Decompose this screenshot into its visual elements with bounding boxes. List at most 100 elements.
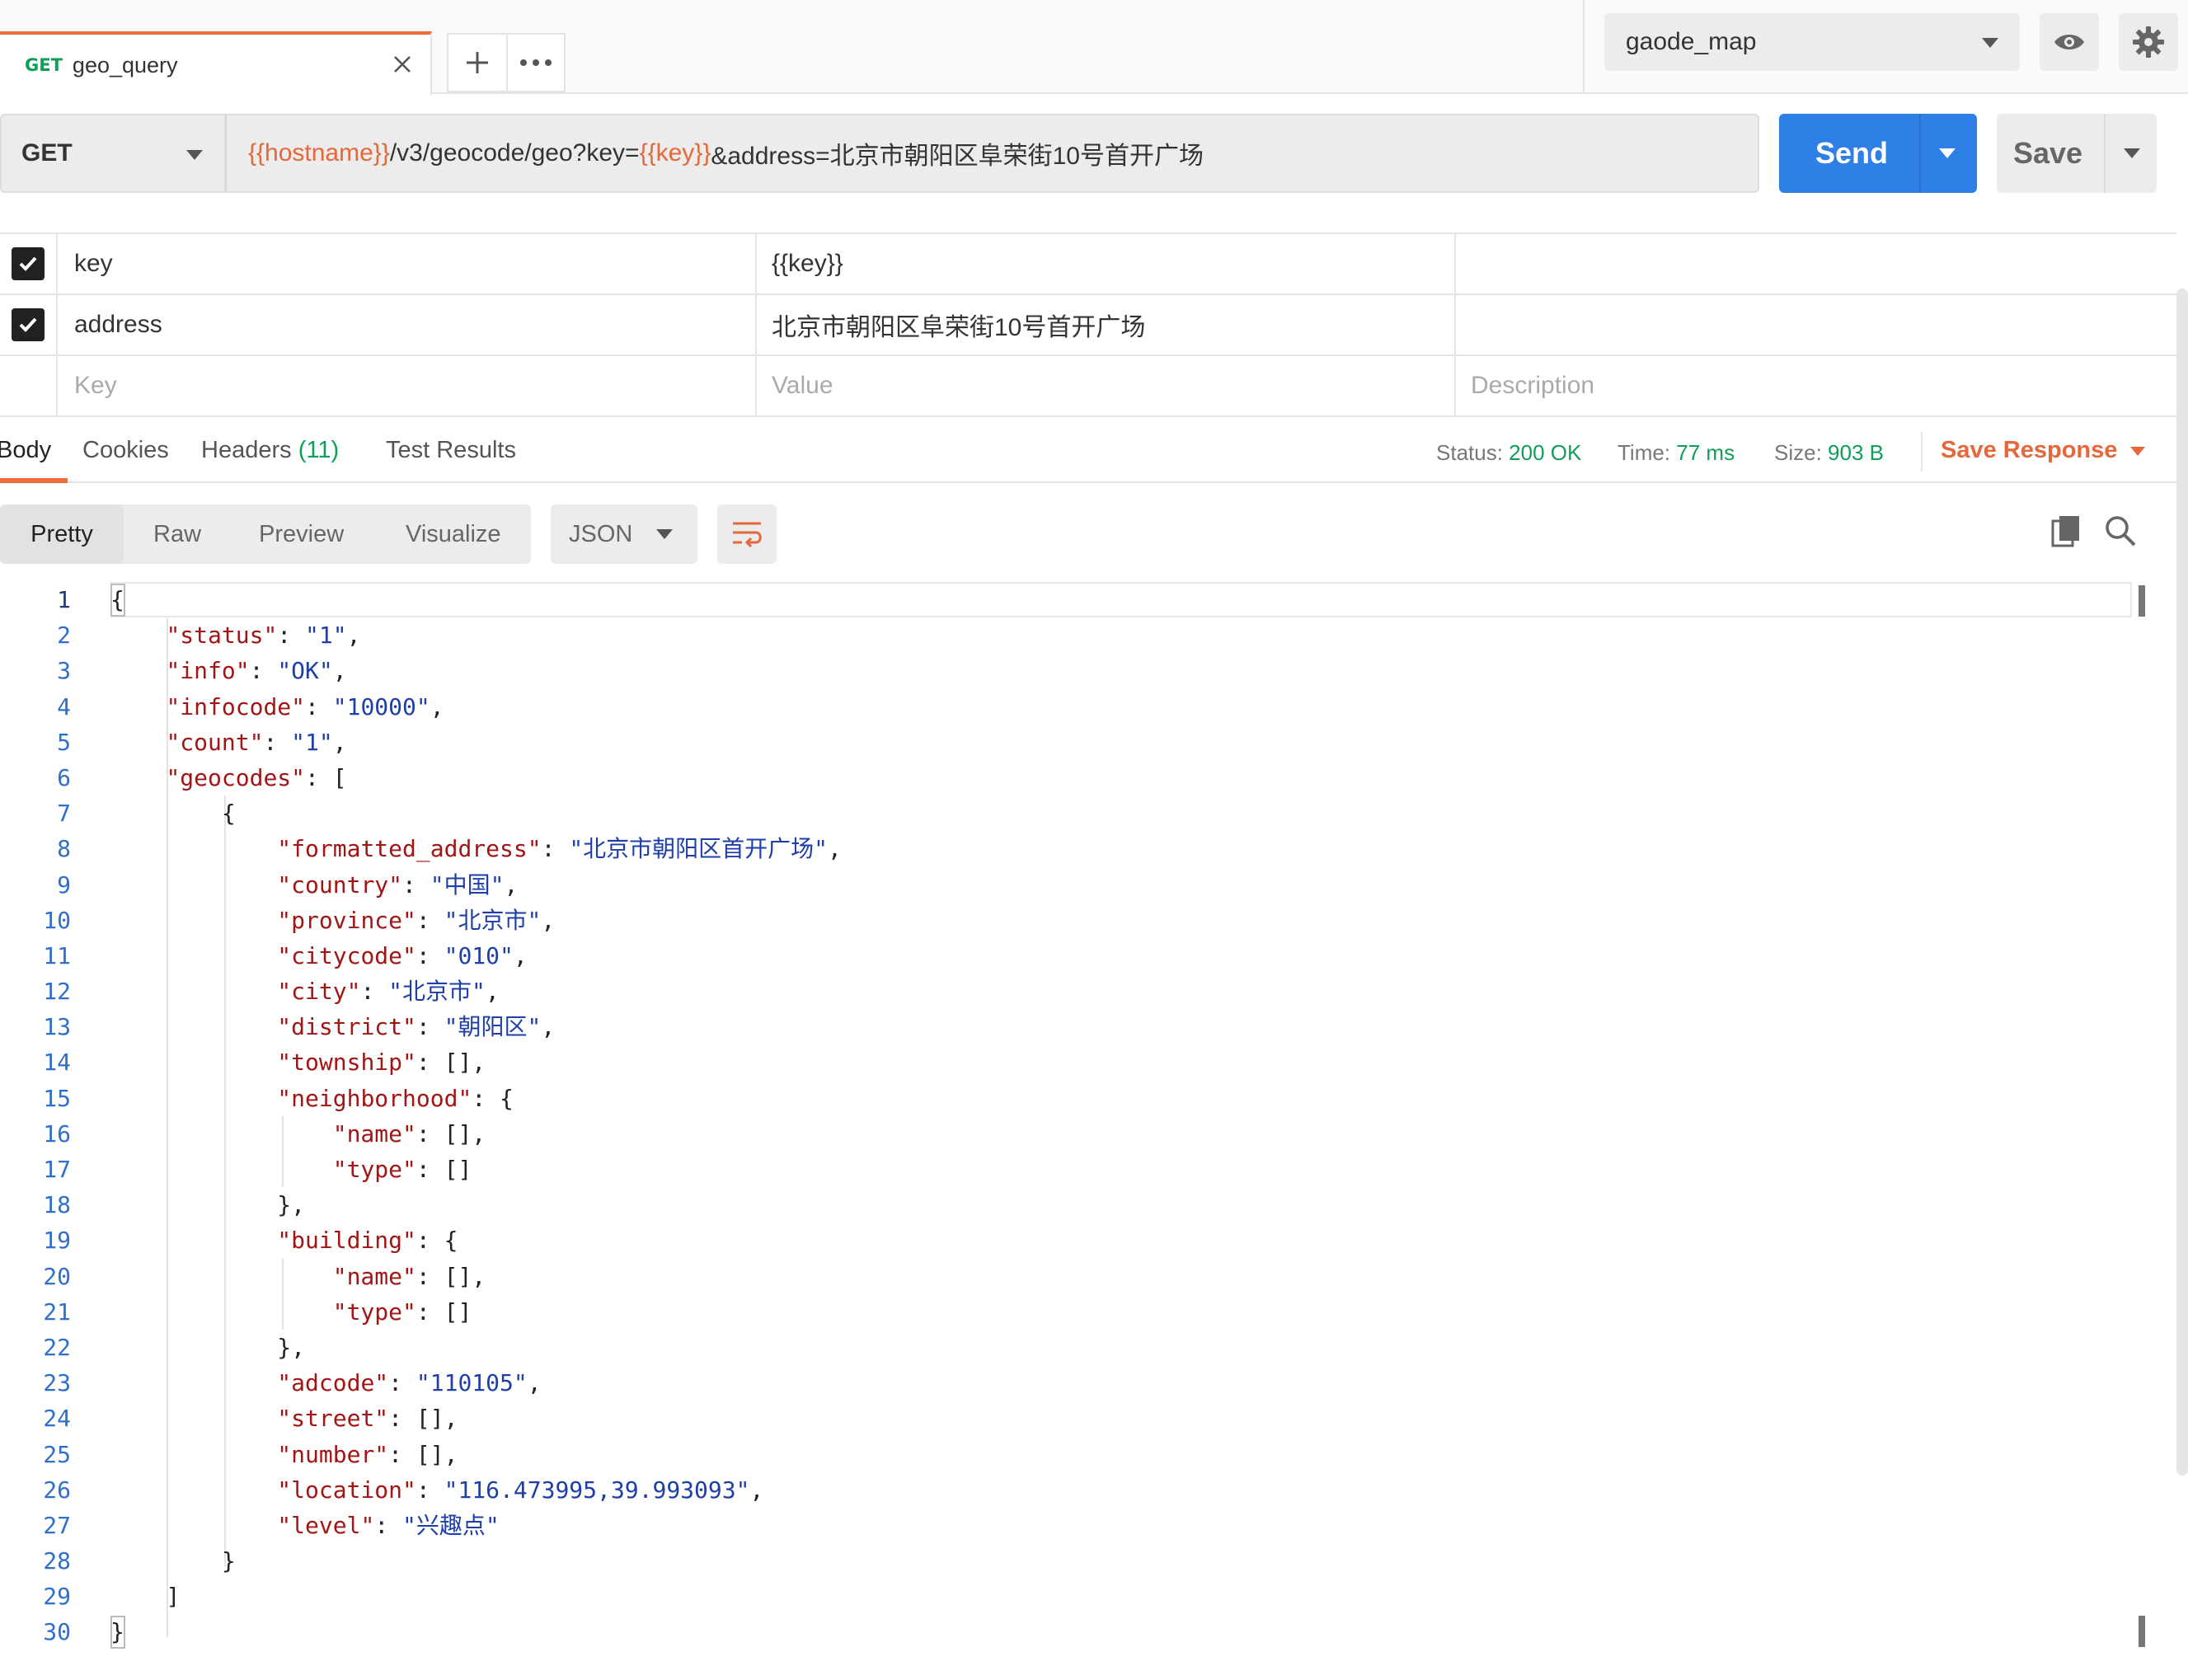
response-body-editor[interactable]: 1 2 3 4 5 6 7 8 9 10 11 12 13 14 15 16 17 18 19 20 21 22 23 24 2… (0, 582, 2188, 1680)
response-status: Status: 200 OK (1436, 440, 1581, 466)
code-line: "street": [], (110, 1401, 2122, 1436)
ellipsis-icon (520, 59, 552, 66)
json-punctuation: }, (277, 1333, 306, 1361)
code-line: "number": [], (110, 1437, 2122, 1472)
tab-body[interactable]: Body (0, 437, 51, 464)
line-number: 25 (43, 1440, 71, 1468)
line-number: 10 (43, 906, 71, 934)
chevron-down-icon (1982, 38, 1998, 48)
request-tab[interactable]: GET geo_query (0, 31, 432, 96)
size-label: Size: (1774, 440, 1822, 465)
send-options-chevron-icon[interactable] (1939, 148, 1956, 158)
tab-cookies[interactable]: Cookies (82, 437, 169, 464)
json-key: "level" (277, 1511, 375, 1539)
save-button[interactable]: Save (1997, 114, 2157, 193)
chevron-down-icon (656, 529, 673, 539)
param-enabled-checkbox[interactable] (0, 234, 58, 293)
json-punctuation: : [], (416, 1262, 486, 1290)
json-punctuation: , (749, 1476, 764, 1504)
json-key: "street" (277, 1405, 389, 1433)
close-icon[interactable] (386, 48, 419, 81)
line-number: 5 (57, 728, 71, 756)
json-punctuation: , (541, 906, 556, 934)
code-line: { (110, 795, 2122, 831)
param-key-field[interactable]: key (59, 234, 757, 293)
url-input[interactable]: {{hostname}}/v3/geocode/geo?key= {{key}} &… (226, 114, 1759, 193)
json-punctuation: : (249, 657, 278, 685)
json-key: "name" (332, 1119, 416, 1147)
environment-value: gaode_map (1626, 28, 1757, 55)
json-punctuation: , (504, 871, 519, 899)
response-size: Size: 903 B (1774, 440, 1884, 466)
manage-environments-button[interactable] (2119, 13, 2178, 71)
view-mode-preview[interactable]: Preview (259, 504, 344, 564)
view-mode-raw[interactable]: Raw (153, 504, 201, 564)
param-enabled-checkbox[interactable] (0, 295, 58, 354)
json-key: "infocode" (166, 692, 306, 720)
json-string: "116.473995,39.993093" (444, 1476, 750, 1504)
json-punctuation: , (430, 692, 444, 720)
divider (1919, 114, 1921, 193)
environment-quick-look-button[interactable] (2040, 13, 2099, 71)
json-punctuation: }, (277, 1191, 306, 1219)
tab-headers[interactable]: Headers (11) (201, 437, 339, 464)
plus-icon (467, 52, 488, 73)
url-key-variable: {{key}} (639, 139, 711, 167)
checkbox-checked-icon (12, 308, 45, 341)
tab-headers-label: Headers (201, 437, 292, 463)
response-time: Time: 77 ms (1618, 440, 1735, 466)
json-punctuation: : (416, 1476, 444, 1504)
json-string: "1" (305, 622, 347, 650)
line-number: 22 (43, 1333, 71, 1361)
json-key: "name" (332, 1262, 416, 1290)
new-param-description-field[interactable]: Description (1458, 356, 2176, 415)
send-button[interactable]: Send (1779, 114, 1977, 193)
param-value-field[interactable]: {{key}} (758, 234, 1456, 293)
param-key-field[interactable]: address (59, 295, 757, 354)
line-number: 26 (43, 1476, 71, 1504)
table-row: key {{key}} (0, 234, 2176, 295)
param-description-field[interactable] (1458, 295, 2176, 354)
json-key: "province" (277, 906, 416, 934)
save-response-button[interactable]: Save Response (1941, 437, 2146, 464)
json-punctuation: , (332, 657, 347, 685)
tab-test-results[interactable]: Test Results (386, 437, 516, 464)
new-param-value-field[interactable]: Value (758, 356, 1456, 415)
json-punctuation: : [], (416, 1119, 486, 1147)
status-value: 200 OK (1509, 440, 1582, 465)
param-description-field[interactable] (1458, 234, 2176, 293)
format-select[interactable]: JSON (551, 504, 697, 564)
code-line: "status": "1", (110, 617, 2122, 653)
json-key: "type" (332, 1156, 416, 1183)
copy-icon[interactable] (2051, 514, 2082, 551)
divider (1583, 0, 1585, 94)
json-punctuation: : { (416, 1227, 458, 1255)
json-punctuation: : (416, 1013, 444, 1041)
json-punctuation: : (416, 941, 444, 969)
method-select[interactable]: GET (0, 114, 226, 193)
json-key: "geocodes" (166, 763, 306, 791)
search-icon[interactable] (2104, 514, 2137, 551)
code-line: "name": [], (110, 1116, 2122, 1152)
time-value: 77 ms (1676, 440, 1735, 465)
wrap-lines-button[interactable] (717, 504, 777, 564)
view-mode-pretty[interactable]: Pretty (0, 504, 124, 564)
new-param-key-field[interactable]: Key (59, 356, 757, 415)
editor-scrollbar[interactable] (2132, 582, 2145, 1680)
view-mode-visualize[interactable]: Visualize (406, 504, 501, 564)
new-tab-button[interactable] (447, 33, 506, 92)
page-scrollbar[interactable] (2176, 289, 2188, 1476)
environment-select[interactable]: gaode_map (1604, 13, 2020, 71)
line-number: 24 (43, 1405, 71, 1433)
save-options-chevron-icon[interactable] (2124, 148, 2140, 158)
send-label: Send (1815, 136, 1889, 170)
more-tabs-button[interactable] (506, 33, 566, 92)
param-value-field[interactable]: 北京市朝阳区阜荣街10号首开广场 (758, 295, 1456, 354)
save-label: Save (2013, 136, 2083, 170)
